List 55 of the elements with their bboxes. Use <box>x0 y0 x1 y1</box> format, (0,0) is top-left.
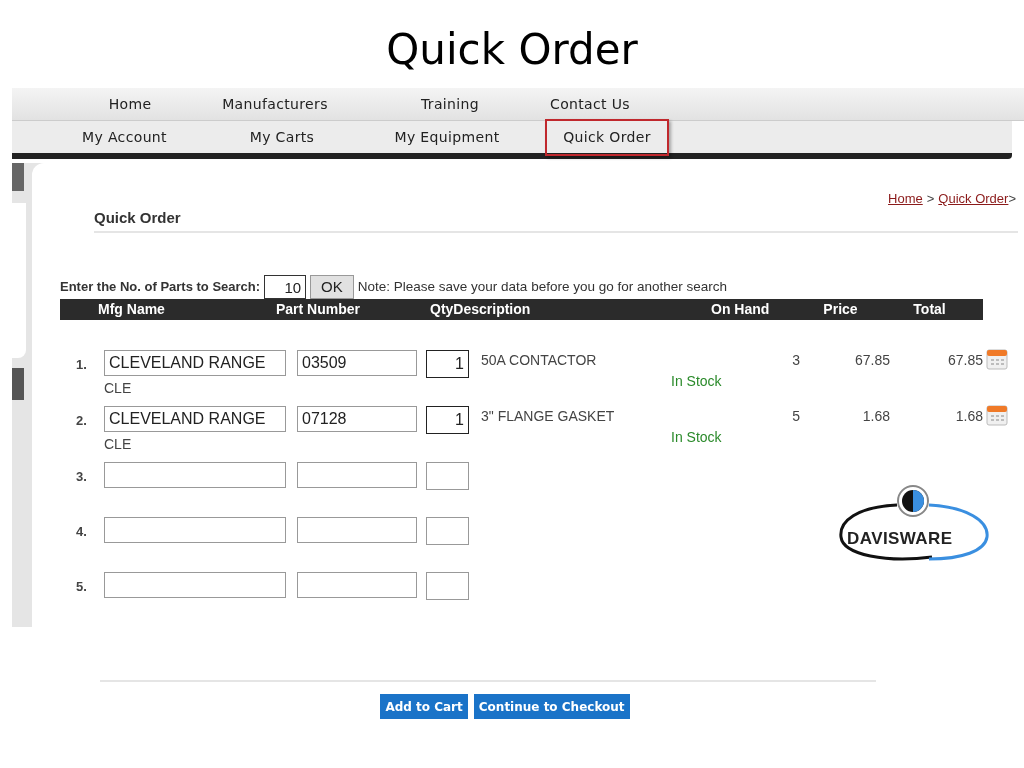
on-hand-count: 3 <box>791 351 800 370</box>
column-header: Mfg Name <box>98 300 166 319</box>
quantity-field[interactable] <box>426 517 469 545</box>
row-number: 2. <box>76 412 88 430</box>
input-field[interactable]: 07128 <box>297 406 417 432</box>
quantity-field[interactable] <box>426 462 469 490</box>
breadcrumb-separator: > <box>1008 190 1016 208</box>
price-value: 67.85 <box>853 351 890 370</box>
on-hand-count: 5 <box>791 407 800 426</box>
row-number: 3. <box>76 468 88 486</box>
quantity-field[interactable] <box>426 572 469 600</box>
input-field[interactable]: CLEVELAND RANGE <box>104 406 286 432</box>
column-header: Total <box>913 300 946 319</box>
logo-text: DAVISWARE <box>847 528 953 550</box>
quantity-field[interactable]: 1 <box>426 406 469 434</box>
price-value: 1.68 <box>861 407 890 426</box>
search-label: Enter the No. of Parts to Search: <box>60 278 261 297</box>
total-value: 67.85 <box>946 351 983 370</box>
column-header: Price <box>823 300 859 319</box>
calendar-icon[interactable] <box>986 404 1008 426</box>
mfg-code: CLE <box>104 435 133 454</box>
ok-button[interactable]: OK <box>310 275 354 299</box>
stock-status: In Stock <box>671 372 723 391</box>
nav-tab[interactable]: Quick Order <box>545 118 669 156</box>
column-header: Qty <box>430 300 454 319</box>
input-field[interactable] <box>297 517 417 543</box>
page-heading: Quick Order <box>94 206 1018 233</box>
breadcrumb-separator: > <box>926 190 935 208</box>
input-field[interactable] <box>297 462 417 488</box>
action-button[interactable]: Continue to Checkout <box>473 694 630 719</box>
input-field[interactable] <box>104 462 286 488</box>
input-field[interactable] <box>297 572 417 598</box>
input-field[interactable]: CLEVELAND RANGE <box>104 350 286 376</box>
parts-count-field[interactable]: 10 <box>264 275 307 299</box>
input-field[interactable] <box>104 517 286 543</box>
breadcrumb-link[interactable]: Quick Order <box>938 189 1009 209</box>
row-number: 5. <box>76 578 88 596</box>
slide-title: Quick Order <box>385 24 639 76</box>
column-header: Part Number <box>276 300 362 319</box>
input-field[interactable] <box>104 572 286 598</box>
action-button[interactable]: Add to Cart <box>380 694 468 719</box>
part-description: 50A CONTACTOR <box>481 351 598 370</box>
column-header: On Hand <box>710 300 770 319</box>
part-description: 3" FLANGE GASKET <box>481 407 616 426</box>
search-note: Note: Please save your data before you go for another search <box>357 277 727 296</box>
input-field[interactable]: 03509 <box>297 350 417 376</box>
quantity-field[interactable]: 1 <box>426 350 469 378</box>
row-number: 4. <box>76 523 88 541</box>
stock-status: In Stock <box>671 428 723 447</box>
breadcrumb-link[interactable]: Home <box>888 189 923 209</box>
row-number: 1. <box>76 356 88 374</box>
column-header: Description <box>453 300 532 319</box>
total-value: 1.68 <box>954 407 983 426</box>
mfg-code: CLE <box>104 379 133 398</box>
calendar-icon[interactable] <box>986 348 1008 370</box>
